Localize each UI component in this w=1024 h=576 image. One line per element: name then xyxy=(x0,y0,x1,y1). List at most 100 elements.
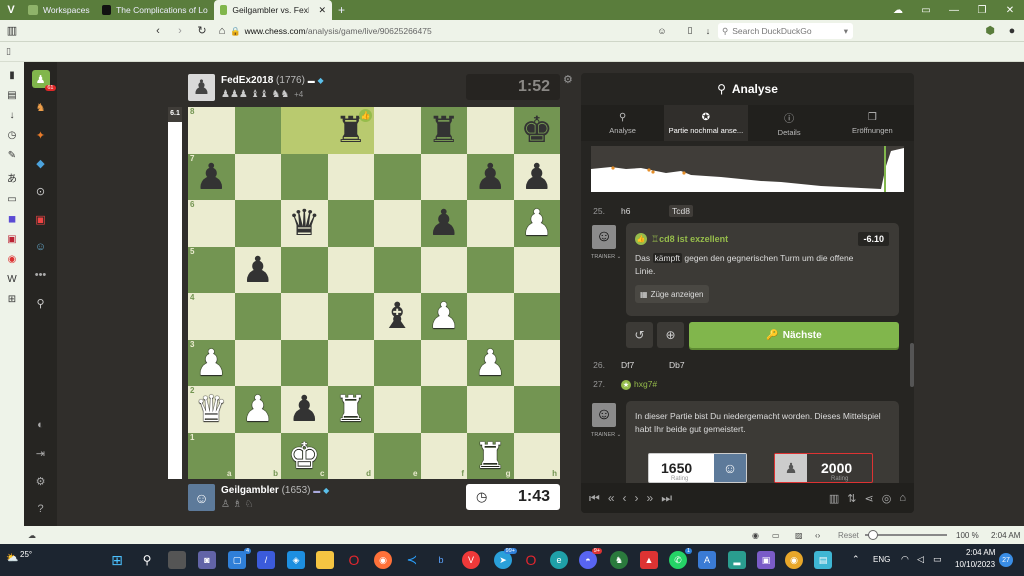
chess-board[interactable]: 8 ♜ 👍 ♜ ♚ 7 ♟ ♟ ♟ 6 ♛ ♟ ♟ 5 ♟ 4 ♝ ♟ 3 ♟ ♟ 2 ♛ ♟ ♟ ♜ 1 a b c ♚ d e f g ♜ h xyxy=(188,107,560,479)
square-f8[interactable]: ♜ xyxy=(420,107,467,154)
square-c3[interactable] xyxy=(281,339,328,386)
whatsapp-alt-icon[interactable]: ▢ 4 xyxy=(228,548,251,569)
task-view-icon[interactable] xyxy=(168,551,186,569)
square-e7[interactable] xyxy=(374,153,421,200)
app-icon[interactable]: A xyxy=(698,551,716,569)
square-e3[interactable] xyxy=(374,339,421,386)
coach-label[interactable]: TRAINER ⌄ xyxy=(591,432,621,438)
square-c7[interactable] xyxy=(281,153,328,200)
history-panel-icon[interactable]: ◷ xyxy=(4,130,20,141)
notification-badge[interactable]: 27 xyxy=(999,553,1013,567)
square-e1[interactable]: e xyxy=(374,432,421,479)
play-icon[interactable]: ♟ 61 xyxy=(31,70,56,91)
weather-icon[interactable]: ⛅ xyxy=(6,553,18,564)
file-explorer-icon[interactable] xyxy=(316,551,334,569)
square-a5[interactable]: 5 xyxy=(188,246,235,293)
chevron-down-icon[interactable]: ▾ xyxy=(844,26,853,37)
square-e4[interactable]: ♝ xyxy=(374,293,421,340)
square-c8[interactable] xyxy=(281,107,328,154)
top-player-avatar[interactable]: ♟ xyxy=(188,74,215,101)
window-panel-icon[interactable]: ▭ xyxy=(4,194,20,205)
white-move[interactable]: Df7 xyxy=(611,360,669,370)
retry-button[interactable]: ↺ xyxy=(626,322,653,348)
square-h5[interactable] xyxy=(513,246,560,293)
flip-board-icon[interactable]: ⇅ xyxy=(847,492,856,505)
square-a3[interactable]: 3 ♟ xyxy=(188,339,235,386)
screenshot-icon[interactable]: ◉ xyxy=(752,531,759,540)
help-icon[interactable]: ? xyxy=(32,500,50,518)
zoom-reset-label[interactable]: Reset xyxy=(838,531,859,540)
square-b3[interactable] xyxy=(234,339,281,386)
vscode-icon[interactable]: ≺ xyxy=(403,551,421,569)
code-icon[interactable]: ‹› xyxy=(815,531,820,540)
white-queen-icon[interactable]: ♛ xyxy=(195,391,227,427)
zoom-slider[interactable] xyxy=(865,530,947,540)
add-panel-icon[interactable]: ⊞ xyxy=(4,294,20,305)
chrome-icon[interactable]: ◉ xyxy=(785,551,803,569)
vivaldi-menu-icon[interactable]: V xyxy=(0,0,22,20)
previous-move-icon[interactable]: ‹ xyxy=(623,491,627,506)
square-f6[interactable]: ♟ xyxy=(420,200,467,247)
panel-toggle-icon[interactable]: ▥ xyxy=(2,24,22,37)
cloud-icon[interactable]: ☁ xyxy=(28,531,36,540)
tiling-icon[interactable]: ▭ xyxy=(772,531,780,540)
white-pawn-icon[interactable]: ♟ xyxy=(428,298,460,334)
telegram-icon[interactable]: ➤ 99+ xyxy=(494,548,517,569)
zoom-slider-knob[interactable] xyxy=(868,530,879,540)
show-moves-button[interactable]: ▦ Züge anzeigen xyxy=(635,285,709,303)
square-h4[interactable] xyxy=(513,293,560,340)
edge-icon[interactable]: e xyxy=(550,551,568,569)
square-b6[interactable] xyxy=(234,200,281,247)
square-f3[interactable] xyxy=(420,339,467,386)
white-pawn-icon[interactable]: ♟ xyxy=(474,344,506,381)
square-h6[interactable]: ♟ xyxy=(513,200,560,247)
chess-app-icon[interactable]: ♞ xyxy=(610,551,628,569)
user-avatar-icon[interactable]: ● xyxy=(1002,25,1022,37)
square-g6[interactable] xyxy=(467,200,514,247)
bookmarks-panel-icon[interactable]: ▮ xyxy=(4,70,20,81)
editor-icon[interactable]: / xyxy=(257,551,275,569)
battery-icon[interactable]: ▭ xyxy=(933,554,942,565)
mastodon-panel-icon[interactable]: ◼ xyxy=(4,214,20,225)
bookmark-icon[interactable]: ▯ xyxy=(680,25,700,36)
vivaldi-panel-icon[interactable]: ◉ xyxy=(4,254,20,265)
whatsapp-icon[interactable]: ✆ 1 xyxy=(669,548,692,569)
tray-chevron-icon[interactable]: ⌃ xyxy=(852,554,860,565)
taskbar-date[interactable]: 10/10/2023 xyxy=(955,560,995,569)
square-b8[interactable] xyxy=(234,107,281,154)
extension-icon[interactable]: ⬢ xyxy=(980,24,1000,37)
stats-icon[interactable]: ▥ xyxy=(829,492,839,505)
search-engine-field[interactable]: ⚲ Search DuckDuckGo ▾ xyxy=(718,23,853,39)
taskbar-time[interactable]: 2:04 AM xyxy=(966,548,995,557)
square-e8[interactable] xyxy=(374,107,421,154)
minimize-icon[interactable]: — xyxy=(940,5,968,16)
reader-icon[interactable]: ☺ xyxy=(652,26,672,36)
downloads-panel-icon[interactable]: ↓ xyxy=(4,110,20,121)
square-f7[interactable] xyxy=(420,153,467,200)
news-icon[interactable]: ▣ xyxy=(32,210,50,228)
black-pawn-icon[interactable]: ♟ xyxy=(288,391,320,427)
home-icon[interactable]: ⌂ xyxy=(212,25,232,37)
close-window-icon[interactable]: ✕ xyxy=(996,5,1024,16)
square-h1[interactable]: h xyxy=(513,432,560,479)
square-f5[interactable] xyxy=(420,246,467,293)
square-c5[interactable] xyxy=(281,246,328,293)
board-settings-icon[interactable]: ⚙ xyxy=(563,73,573,86)
white-move[interactable]: h6 xyxy=(611,206,669,216)
wikipedia-panel-icon[interactable]: W xyxy=(4,274,20,285)
square-b5[interactable]: ♟ xyxy=(234,246,281,293)
tab-review[interactable]: ✪ Partie nochmal anse... xyxy=(664,105,748,141)
reload-icon[interactable]: ↻ xyxy=(192,24,212,37)
square-d7[interactable] xyxy=(327,153,374,200)
black-king-icon[interactable]: ♚ xyxy=(521,112,553,148)
tab-openings[interactable]: ❒ Eröffnungen xyxy=(831,105,914,141)
black-pawn-icon[interactable]: ♟ xyxy=(474,158,506,195)
profile-icon[interactable]: ▭ xyxy=(912,5,940,16)
next-button[interactable]: 🔑 Nächste xyxy=(689,322,899,348)
target-icon[interactable]: ◎ xyxy=(882,492,892,505)
chart-app-icon[interactable]: ▂ xyxy=(728,551,746,569)
square-c1[interactable]: c ♚ xyxy=(281,432,328,479)
square-d1[interactable]: d xyxy=(327,432,374,479)
square-g4[interactable] xyxy=(467,293,514,340)
square-g8[interactable] xyxy=(467,107,514,154)
